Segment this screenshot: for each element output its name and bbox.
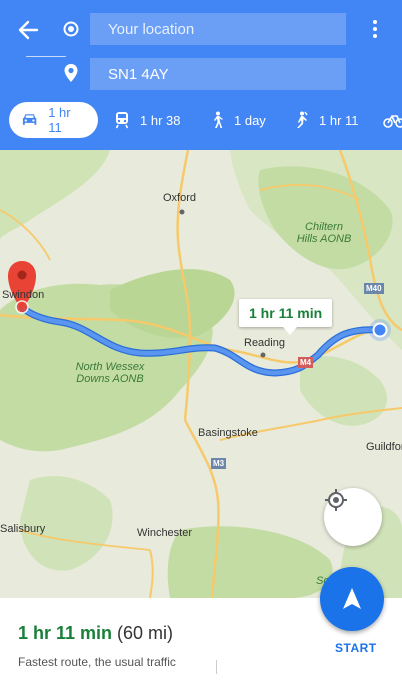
current-location-dot [372,322,388,338]
more-dot [373,27,377,31]
more-dot [373,20,377,24]
mode-label-walk: 1 day [234,112,266,128]
mode-label-transit: 1 hr 38 [140,112,181,128]
directions-header: 1 hr 11 1 hr 38 1 day 1 hr 11 [0,0,402,150]
area-north-wessex: North Wessex Downs AONB [75,361,145,385]
crosshair-icon [325,489,347,511]
mode-tab-ride[interactable]: 1 hr 11 [293,102,359,138]
place-winchester: Winchester [137,527,193,539]
more-dot [373,34,377,38]
back-arrow-icon [18,20,39,40]
navigation-arrow-icon [343,588,361,609]
walk-icon [214,111,223,128]
route-description: Fastest route, the usual traffic [18,655,176,669]
place-reading: Reading [244,337,285,349]
road-shield-m3: M3 [211,458,227,469]
place-basingstoke: Basingstoke [198,427,258,439]
map-view[interactable]: Oxford Swindon Reading Basingstoke Guild… [0,150,402,598]
place-oxford: Oxford [163,192,197,204]
destination-input[interactable] [90,58,346,90]
origin-dot-icon [63,21,79,37]
route-time: 1 hr 11 min [18,623,113,643]
more-options-button[interactable] [364,16,386,42]
origin-input[interactable] [90,13,346,45]
divider [216,660,217,674]
route-duration-callout[interactable]: 1 hr 11 min [239,299,333,335]
road [149,549,154,598]
place-swindon: Swindon [2,289,45,301]
back-button[interactable] [12,14,44,46]
area-chiltern: Chiltern Hills AONB [296,221,352,245]
town-dot [260,352,266,358]
park-area [0,150,110,240]
car-icon [22,114,37,125]
town-dot [179,209,185,215]
train-icon [115,112,129,129]
mode-label-drive: 1 hr 11 [48,105,71,135]
road-shield-m40: M40 [364,283,384,294]
route-distance: (60 mi) [117,623,174,643]
mode-tab-drive[interactable]: 1 hr 11 [9,102,98,138]
road-shield-m4: M4 [298,357,314,368]
start-label[interactable]: START [335,641,377,655]
mode-tab-transit[interactable]: 1 hr 38 [114,102,180,138]
swap-divider [26,56,66,57]
destination-pin-icon [64,64,78,82]
place-guildford: Guildfor [366,441,402,453]
start-navigation-button[interactable] [320,567,384,631]
park-area [167,526,333,598]
mode-label-ride: 1 hr 11 [319,112,359,128]
mode-tab-walk[interactable]: 1 day [210,102,266,138]
my-location-button[interactable] [324,488,382,546]
bike-icon [383,115,402,128]
travel-mode-tabs: 1 hr 11 1 hr 38 1 day 1 hr 11 [0,102,402,138]
ride-icon [297,111,308,128]
place-salisbury: Salisbury [0,523,46,535]
mode-tab-bike[interactable] [383,102,402,138]
